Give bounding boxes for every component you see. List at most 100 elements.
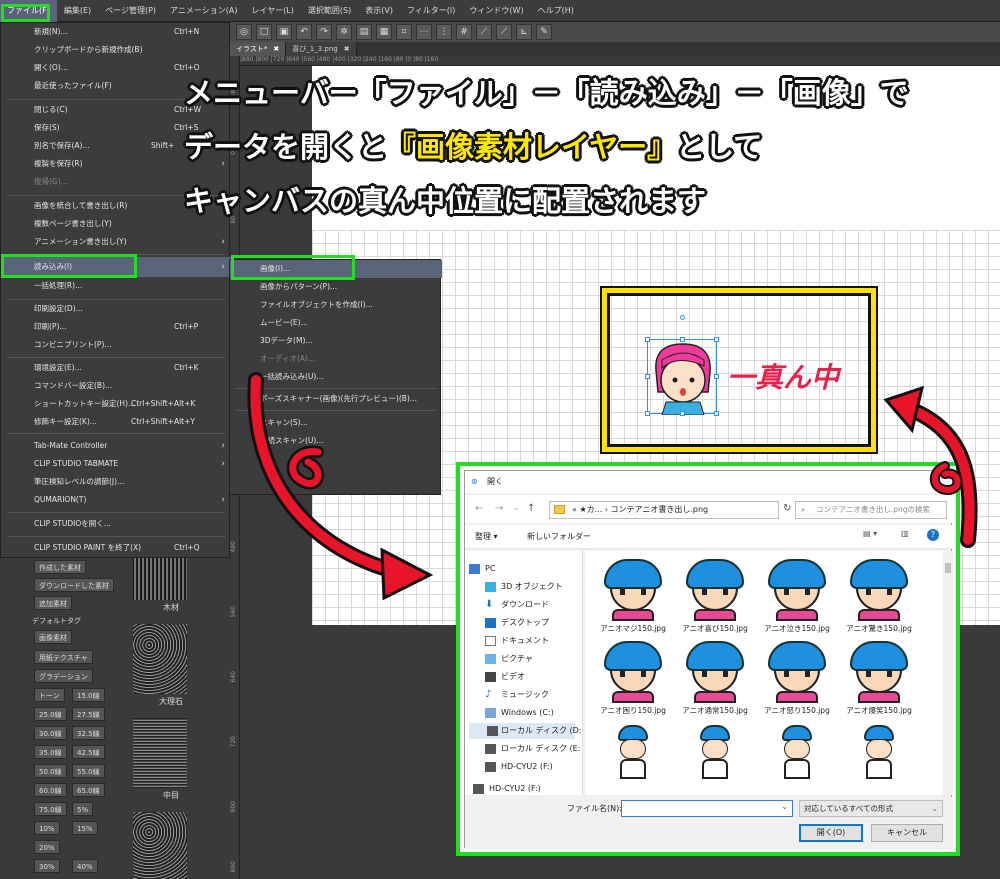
filename-input[interactable]: ⌄ (621, 800, 793, 817)
texture-thumbnail[interactable] (133, 718, 187, 788)
material-tag[interactable]: トーン (34, 688, 65, 702)
menu-selection[interactable]: 選択範囲(S) (301, 0, 358, 22)
new-icon[interactable]: □ (256, 24, 272, 40)
material-tag[interactable]: 60.0線 (34, 783, 67, 797)
file-item[interactable]: アニオ驚き150.jpg (841, 559, 917, 634)
menu-item-exit[interactable]: CLIP STUDIO PAINT を終了(X) Ctrl+Q (1, 539, 231, 557)
material-tag[interactable]: 用紙テクスチャ (34, 650, 93, 664)
chevron-down-icon[interactable]: ⌄ (781, 802, 788, 811)
material-tag[interactable]: 32.5線 (72, 726, 105, 740)
material-tag[interactable]: 35.0線 (34, 745, 67, 759)
transform-handle[interactable] (714, 337, 719, 342)
material-tag[interactable]: 30.0線 (34, 726, 67, 740)
filetype-select[interactable]: 対応しているすべての形式 ⌄ (799, 800, 943, 817)
nav-item-drive-e[interactable]: ローカル ディスク (E: (485, 741, 580, 757)
nav-item-drive-d[interactable]: ローカル ディスク (D: (469, 723, 582, 739)
transform-handle[interactable] (714, 411, 719, 416)
material-tag[interactable]: 42.5線 (72, 745, 105, 759)
menu-item-shortcut-settings[interactable]: ショートカットキー設定(H)... Ctrl+Shift+Alt+K (1, 395, 231, 413)
menu-item-preferences[interactable]: 環境設定(E)... Ctrl+K (1, 359, 231, 377)
ruler-horizontal[interactable]: |880 |800 |720 |640 |560 |480 |400 |320 … (240, 56, 1000, 66)
menu-item-open-clip-studio[interactable]: CLIP STUDIOを開く... (1, 515, 231, 533)
nav-item-3d-objects[interactable]: 3D オブジェクト (485, 579, 563, 595)
fill-icon[interactable]: ▦ (376, 24, 392, 40)
menu-item-qumarion[interactable]: QUMARION(T) › (1, 491, 231, 509)
file-item[interactable] (759, 725, 835, 787)
menu-filter[interactable]: フィルター(I) (400, 0, 462, 22)
menu-item-print[interactable]: 印刷(P)... Ctrl+P (1, 318, 231, 336)
snap-line-icon[interactable]: ⟋ (476, 24, 492, 40)
redo-icon[interactable]: ↷ (316, 24, 332, 40)
grid-icon[interactable]: # (456, 24, 472, 40)
tool-icon[interactable]: ◎ (236, 24, 252, 40)
material-tag[interactable]: 40% (72, 859, 98, 873)
nav-item-desktop[interactable]: デスクトップ (485, 615, 549, 631)
transform-handle[interactable] (645, 374, 650, 379)
nav-item-drive-f-root[interactable]: HD-CYU2 (F:) (473, 781, 541, 797)
new-folder-button[interactable]: 新しいフォルダー (527, 531, 591, 542)
transform-icon[interactable]: ✲ (336, 24, 352, 40)
close-icon[interactable]: ✖ (273, 42, 279, 56)
file-item[interactable]: アニオ怒り150.jpg (759, 641, 835, 716)
open-button[interactable]: 開く(O) (799, 824, 863, 842)
nav-item-pictures[interactable]: ピクチャ (485, 651, 533, 667)
refresh-icon[interactable]: ↻ (783, 503, 791, 514)
menu-item-print-setup[interactable]: 印刷設定(D)... (1, 300, 231, 318)
file-item[interactable] (841, 725, 917, 787)
menu-layer[interactable]: レイヤー(L) (244, 0, 300, 22)
material-tag[interactable]: 20% (34, 840, 60, 854)
menu-page[interactable]: ページ管理(P) (98, 0, 163, 22)
material-tag[interactable]: 30% (34, 859, 60, 873)
scrollbar-thumb[interactable] (945, 563, 951, 573)
file-item[interactable] (677, 725, 753, 787)
submenu-item-pose-scanner[interactable]: ポーズスキャナー(画像)(先行プレビュー)(B)... (230, 390, 442, 408)
material-tag[interactable]: ダウンロードした素材 (34, 578, 114, 592)
menu-item-export-animation[interactable]: アニメーション書き出し(Y) › (1, 233, 231, 251)
back-icon[interactable]: ← (475, 503, 483, 514)
material-tag[interactable]: 27.5線 (72, 707, 105, 721)
menu-help[interactable]: ヘルプ(H) (531, 0, 581, 22)
material-tag[interactable]: 10% (34, 821, 60, 835)
menu-item-pressure[interactable]: 筆圧検知レベルの調節(J)... (1, 473, 231, 491)
material-tag[interactable]: 25.0線 (34, 707, 67, 721)
submenu-item-3d[interactable]: 3Dデータ(M)... (230, 332, 442, 350)
path-field[interactable]: « ★カ... › コンテアニオ書き出し.png (549, 501, 779, 519)
nav-item-music[interactable]: ♪ ミュージック (485, 687, 549, 703)
material-tag[interactable]: グラデーション (34, 669, 93, 683)
save-icon[interactable]: ▣ (276, 24, 292, 40)
forward-icon[interactable]: → (495, 503, 503, 514)
file-item[interactable]: アニオ困り150.jpg (595, 641, 671, 716)
clear-icon[interactable]: ▤ (356, 24, 372, 40)
material-tag[interactable]: 75.0線 (34, 802, 67, 816)
file-item[interactable]: アニオ爆笑150.jpg (841, 641, 917, 716)
nav-item-drive-c[interactable]: Windows (C:) (485, 705, 554, 721)
menu-edit[interactable]: 編集(E) (57, 0, 98, 22)
submenu-item-more[interactable]: ト... (230, 450, 442, 468)
menu-item-tab-mate[interactable]: Tab-Mate Controller › (1, 437, 231, 455)
material-tag[interactable]: 作成した素材 (34, 560, 86, 574)
transform-handle[interactable] (680, 337, 685, 342)
file-item[interactable]: アニオマジ150.jpg (595, 559, 671, 634)
preview-pane-icon[interactable]: ▥ (901, 529, 909, 538)
close-icon[interactable]: ✖ (344, 42, 350, 56)
texture-thumbnail[interactable] (133, 624, 187, 694)
file-list-scrollbar[interactable] (943, 551, 953, 795)
transform-handle[interactable] (714, 374, 719, 379)
material-tag[interactable]: 5% (72, 802, 94, 816)
tab-illustration[interactable]: イラスト* ✖ (230, 42, 287, 56)
submenu-item-pattern[interactable]: 画像からパターン(P)... (230, 278, 442, 296)
submenu-item-batch-import[interactable]: 一括読み込み(U)... (230, 368, 442, 386)
image-material-layer[interactable] (645, 315, 719, 416)
submenu-item-continuous-scan[interactable]: 連続スキャン(U)... (230, 432, 442, 450)
material-tag[interactable]: 15.0線 (72, 688, 105, 702)
material-tag[interactable]: 65.0線 (72, 783, 105, 797)
snap-icon[interactable]: ⋯ (416, 24, 432, 40)
search-field[interactable]: ⌕ コンテアニオ書き出し.pngの検索 (795, 501, 947, 519)
tab-image[interactable]: 喜び_1_3.png ✖ (286, 42, 357, 56)
material-tag[interactable]: 50.0線 (34, 764, 67, 778)
menu-item-batch[interactable]: 一括処理(R)... (1, 277, 231, 295)
nav-item-pc[interactable]: PC (469, 561, 495, 577)
file-item[interactable] (595, 725, 671, 787)
submenu-item-scan[interactable]: スキャン(S)... (230, 414, 442, 432)
pen-icon[interactable]: ✎ (536, 24, 552, 40)
